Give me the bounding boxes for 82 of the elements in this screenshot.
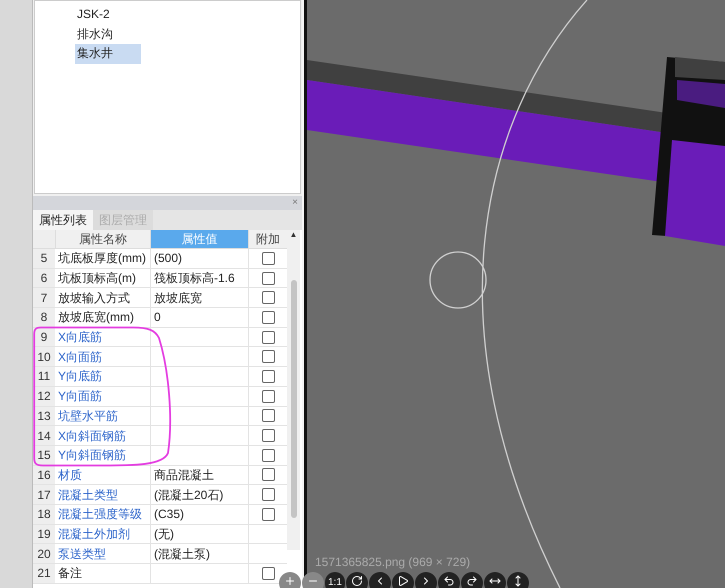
checkbox[interactable] <box>262 448 274 462</box>
property-value[interactable]: 0 <box>154 310 161 324</box>
property-name: 坑底板厚度(mm) <box>58 251 146 266</box>
property-name[interactable]: Y向斜面钢筋 <box>58 448 126 462</box>
checkbox[interactable] <box>262 508 274 521</box>
column-header[interactable]: 属性名称 <box>55 230 150 248</box>
vertical-arrows-button[interactable] <box>506 572 529 588</box>
row-number: 13 <box>37 408 51 423</box>
property-name[interactable]: Y向面筋 <box>58 389 102 404</box>
row-number: 17 <box>37 488 51 502</box>
column-header[interactable]: 附加 <box>248 230 287 248</box>
row-number: 7 <box>40 290 48 305</box>
list-item[interactable]: 排水沟 <box>75 24 141 44</box>
redo-icon <box>466 575 478 587</box>
property-name[interactable]: 泵送类型 <box>58 546 106 561</box>
play-icon <box>396 575 409 587</box>
checkbox[interactable] <box>262 350 274 364</box>
actual-size-button[interactable]: 1:1 <box>325 572 345 588</box>
row-number: 19 <box>37 526 51 541</box>
property-name[interactable]: 坑壁水平筋 <box>58 408 118 423</box>
row-number: 12 <box>37 389 51 404</box>
horizontal-arrows-button[interactable] <box>484 572 506 588</box>
redo-button[interactable] <box>460 572 483 588</box>
checkbox[interactable] <box>262 468 274 482</box>
property-value[interactable]: 商品混凝土 <box>154 468 214 482</box>
row-number: 5 <box>40 251 48 266</box>
row-number: 20 <box>37 546 51 561</box>
checkbox[interactable] <box>262 330 274 344</box>
property-value[interactable]: (C35) <box>154 507 184 522</box>
property-name: 放坡输入方式 <box>58 290 130 305</box>
list-item[interactable]: 集水井 <box>75 44 141 64</box>
checkbox[interactable] <box>262 488 274 502</box>
row-number: 16 <box>37 468 51 482</box>
image-caption: 1571365825.png (969 × 729) <box>315 555 470 569</box>
panel-tab[interactable]: 属性列表 <box>33 210 93 230</box>
row-number: 8 <box>40 310 48 324</box>
property-name[interactable]: X向底筋 <box>58 330 102 344</box>
property-value[interactable]: 放坡底宽 <box>154 290 202 305</box>
row-number: 10 <box>37 350 51 364</box>
property-value[interactable]: (混凝土泵) <box>154 546 210 561</box>
row-number: 15 <box>37 448 51 462</box>
checkbox[interactable] <box>262 370 274 383</box>
undo-button[interactable] <box>438 572 460 588</box>
checkbox[interactable] <box>262 310 274 324</box>
property-value[interactable]: 筏板顶标高-1.6 <box>154 271 235 286</box>
property-name[interactable]: Y向底筋 <box>58 369 102 384</box>
property-name[interactable]: X向斜面钢筋 <box>58 428 126 443</box>
property-name[interactable]: 混凝土强度等级 <box>58 507 142 522</box>
previous-button[interactable] <box>368 572 391 588</box>
checkbox[interactable] <box>262 409 274 422</box>
play-button[interactable] <box>392 572 414 588</box>
checkbox[interactable] <box>262 390 274 403</box>
row-number: 6 <box>40 271 48 286</box>
property-value[interactable]: (500) <box>154 251 182 266</box>
checkbox[interactable] <box>262 252 274 265</box>
property-value[interactable]: (无) <box>154 526 174 541</box>
row-number: 11 <box>38 369 50 384</box>
row-number: 14 <box>37 428 51 443</box>
scrollbar[interactable]: ▲ <box>287 230 300 550</box>
checkbox[interactable] <box>262 566 274 580</box>
rotate-button[interactable] <box>346 572 368 588</box>
row-number: 9 <box>40 330 48 344</box>
checkbox[interactable] <box>262 291 274 304</box>
list-item[interactable]: JSK-2 <box>75 5 141 24</box>
property-name[interactable]: 混凝土外加剂 <box>58 526 130 541</box>
row-number: 21 <box>37 566 51 580</box>
zoom-out-button[interactable] <box>302 572 324 588</box>
zoom-in-icon <box>284 575 296 587</box>
checkbox[interactable] <box>262 272 274 285</box>
next-button[interactable] <box>414 572 437 588</box>
property-name: 坑板顶标高(m) <box>58 271 136 286</box>
property-name[interactable]: 混凝土类型 <box>58 488 118 502</box>
undo-icon <box>442 575 455 587</box>
property-name: 备注 <box>58 566 82 580</box>
scroll-up-button[interactable]: ▲ <box>290 230 298 240</box>
property-name[interactable]: 材质 <box>58 468 82 482</box>
property-name: 放坡底宽(mm) <box>58 310 134 324</box>
property-value[interactable]: (混凝土20石) <box>154 488 224 502</box>
property-name[interactable]: X向面筋 <box>58 350 102 364</box>
checkbox[interactable] <box>262 429 274 442</box>
rotate-icon <box>350 575 363 587</box>
row-number: 18 <box>37 507 51 522</box>
